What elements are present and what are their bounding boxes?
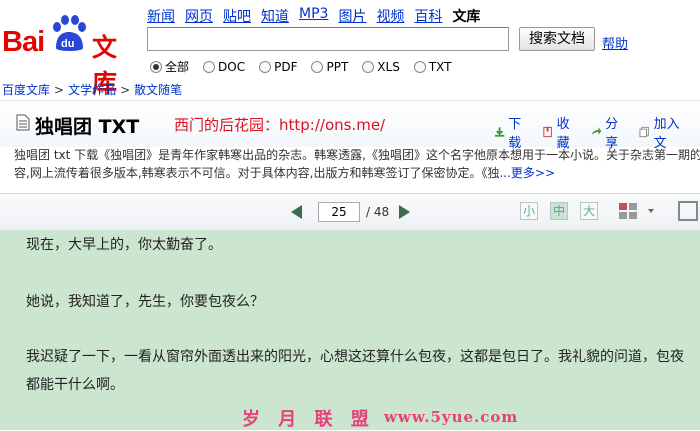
nav-tieba[interactable]: 贴吧 [223, 6, 251, 25]
radio-dot [203, 60, 216, 73]
previous-page-icon[interactable] [289, 204, 303, 220]
share-icon [591, 127, 602, 135]
radio-label: TXT [428, 59, 452, 74]
breadcrumb-sep: > [120, 83, 131, 97]
radio-dot [362, 60, 375, 73]
search-button[interactable]: 搜索文档 [519, 27, 595, 51]
page-title: 独唱团 TXT [35, 116, 140, 138]
promo-link[interactable]: 西门的后花园：http://ons.me/ [174, 114, 385, 135]
breadcrumb: 百度文库 > 文学作品 > 散文随笔 [2, 81, 182, 98]
txt-file-icon [16, 114, 30, 131]
nav-mp3[interactable]: MP3 [299, 6, 328, 24]
radio-xls[interactable]: XLS [362, 58, 400, 75]
page-total: / 48 [366, 205, 390, 219]
radio-doc[interactable]: DOC [203, 58, 245, 75]
radio-ppt[interactable]: PPT [311, 58, 348, 75]
breadcrumb-essay[interactable]: 散文随笔 [134, 83, 182, 97]
baidu-wenku-logo[interactable]: Bai du 文库 [2, 14, 138, 98]
nav-zhidao[interactable]: 知道 [261, 6, 289, 25]
paw-icon: du [53, 15, 86, 51]
radio-pdf[interactable]: PDF [259, 58, 297, 75]
paragraph-2: 她说，我知道了，先生，你要包夜么？ [26, 294, 264, 310]
font-size-large-button[interactable]: 大 [580, 202, 598, 220]
radio-dot [413, 60, 426, 73]
paragraph-3-line-2: 都能干什么啊。 [26, 377, 124, 393]
radio-dot [150, 60, 162, 73]
fullscreen-icon[interactable] [678, 201, 698, 221]
font-size-small-button[interactable]: 小 [520, 202, 538, 220]
top-nav: 新闻 网页 贴吧 知道 MP3 图片 视频 百科 文库 [147, 6, 490, 25]
nav-wenku[interactable]: 文库 [452, 6, 480, 25]
page-number-input[interactable]: 25 [318, 202, 360, 222]
radio-label: PPT [326, 59, 349, 74]
nav-baike[interactable]: 百科 [414, 6, 442, 25]
radio-txt[interactable]: TXT [413, 58, 452, 75]
chevron-down-icon[interactable] [648, 209, 654, 213]
nav-images[interactable]: 图片 [338, 6, 366, 25]
bookmark-icon [543, 126, 553, 138]
nav-news[interactable]: 新闻 [147, 6, 175, 25]
paragraph-3: 我迟疑了一下，一看从窗帘外面透出来的阳光，心想这还算什么包夜，这都是包日了。我礼… [26, 343, 684, 399]
radio-label: DOC [218, 59, 246, 74]
description-text: 容,网上流传着很多版本,韩寒表示不可信。对于具体内容,出版方和韩寒签订了保密协定… [14, 166, 500, 180]
watermark-url: www.5yue.com [384, 408, 519, 426]
radio-dot [311, 60, 324, 73]
paragraph-1: 现在，大早上的，你太勤奋了。 [26, 237, 222, 253]
breadcrumb-sep: > [54, 83, 65, 97]
more-link[interactable]: ...更多>> [499, 166, 555, 180]
radio-all[interactable]: 全部 [150, 58, 189, 75]
radio-dot [259, 60, 272, 73]
breadcrumb-wenku[interactable]: 百度文库 [2, 83, 50, 97]
font-size-medium-button[interactable]: 中 [550, 202, 568, 220]
file-type-filter: 全部 DOC PDF PPT XLS TXT [150, 58, 466, 75]
download-icon [494, 127, 505, 137]
breadcrumb-literature[interactable]: 文学作品 [68, 83, 116, 97]
radio-label: XLS [377, 59, 400, 74]
radio-label: 全部 [165, 60, 190, 74]
radio-label: PDF [274, 59, 298, 74]
help-link[interactable]: 帮助 [602, 33, 628, 52]
description-line-2: 容,网上流传着很多版本,韩寒表示不可信。对于具体内容,出版方和韩寒签订了保密协定… [14, 164, 700, 182]
description-line-1: 独唱团 txt 下载《独唱团》是青年作家韩寒出品的杂志。韩寒透露,《独唱团》这个… [14, 148, 700, 162]
search-input[interactable] [147, 27, 509, 51]
nav-web[interactable]: 网页 [185, 6, 213, 25]
paragraph-3-line-1: 我迟疑了一下，一看从窗帘外面透出来的阳光，心想这还算什么包夜，这都是包日了。我礼… [26, 349, 684, 365]
nav-video[interactable]: 视频 [376, 6, 404, 25]
watermark-text: 岁 月 联 盟 [242, 409, 375, 430]
logo-bai: Bai [2, 26, 45, 58]
logo-du: du [61, 38, 74, 50]
document-description: 独唱团 txt 下载《独唱团》是青年作家韩寒出品的杂志。韩寒透露,《独唱团》这个… [14, 146, 700, 182]
reading-pane [0, 230, 700, 430]
add-doc-icon [639, 126, 650, 138]
next-page-icon[interactable] [398, 204, 412, 220]
view-mode-icon[interactable] [618, 202, 638, 220]
